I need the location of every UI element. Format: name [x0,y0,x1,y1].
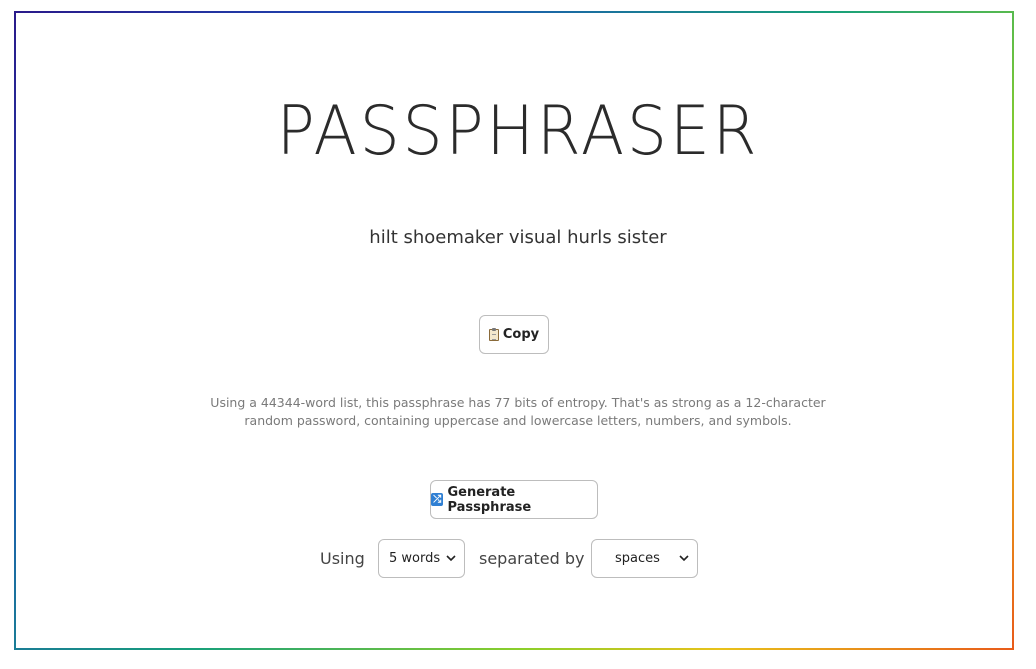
separator-select[interactable]: spaces [591,539,698,578]
entropy-info: Using a 44344-word list, this passphrase… [210,395,826,428]
copy-button-label: Copy [502,327,540,342]
generate-passphrase-button[interactable]: ⤮ Generate Passphrase [430,480,598,519]
clipboard-icon [488,327,499,341]
separator-value: spaces [615,551,660,566]
shuffle-icon: ⤮ [431,493,444,506]
chevron-down-icon [677,552,691,566]
app-title: PASSPHRASER [276,92,760,171]
word-count-value: 5 words [389,551,441,566]
separated-by-label: separated by [479,549,585,568]
using-label: Using [320,549,365,568]
copy-button[interactable]: Copy [479,315,549,354]
word-count-select[interactable]: 5 words [378,539,465,578]
generate-button-label: Generate Passphrase [447,484,532,515]
chevron-down-icon [444,552,458,566]
passphrase-display: hilt shoemaker visual hurls sister [369,227,667,248]
